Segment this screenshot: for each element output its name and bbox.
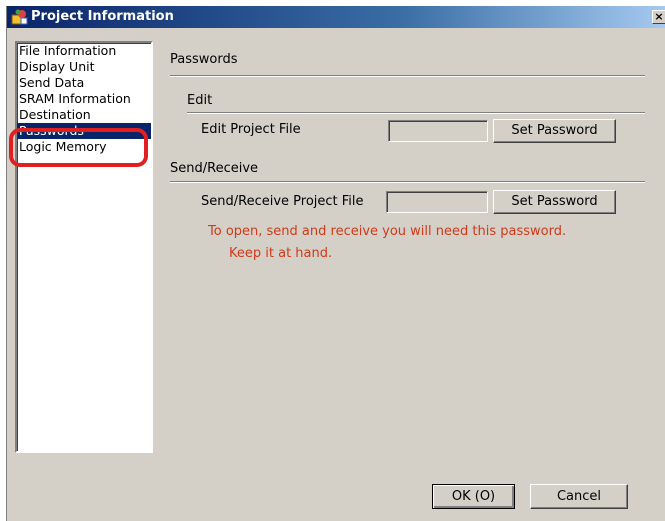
category-list[interactable]: File Information Display Unit Send Data SRA… <box>15 41 153 453</box>
nav-item-send-data[interactable]: Send Data <box>17 75 151 91</box>
cancel-button[interactable]: Cancel <box>530 484 628 509</box>
nav-item-destination[interactable]: Destination <box>17 107 151 123</box>
ok-button[interactable]: OK (O) <box>432 484 515 509</box>
password-note-line-1: To open, send and receive you will need … <box>208 224 567 239</box>
close-icon[interactable]: × <box>652 10 665 24</box>
panel-title-divider <box>170 75 645 77</box>
title-bar: Project Information × <box>7 6 665 28</box>
send-receive-set-password-button[interactable]: Set Password <box>493 190 616 214</box>
nav-item-display-unit[interactable]: Display Unit <box>17 59 151 75</box>
send-receive-heading: Send/Receive <box>170 161 259 176</box>
send-receive-divider <box>170 181 645 183</box>
send-receive-password-field[interactable] <box>386 191 488 213</box>
passwords-highlight-annotation <box>9 128 148 167</box>
edit-project-file-label: Edit Project File <box>201 122 301 137</box>
project-info-icon <box>11 9 28 25</box>
password-note-line-2: Keep it at hand. <box>229 246 333 261</box>
nav-item-sram-information[interactable]: SRAM Information <box>17 91 151 107</box>
window-title: Project Information <box>31 9 174 24</box>
panel-title: Passwords <box>170 52 238 67</box>
edit-divider <box>187 112 645 114</box>
send-receive-project-file-label: Send/Receive Project File <box>201 194 364 209</box>
edit-heading: Edit <box>187 93 213 108</box>
edit-set-password-button[interactable]: Set Password <box>493 119 616 143</box>
edit-password-field[interactable] <box>388 120 488 142</box>
nav-item-file-information[interactable]: File Information <box>17 43 151 59</box>
